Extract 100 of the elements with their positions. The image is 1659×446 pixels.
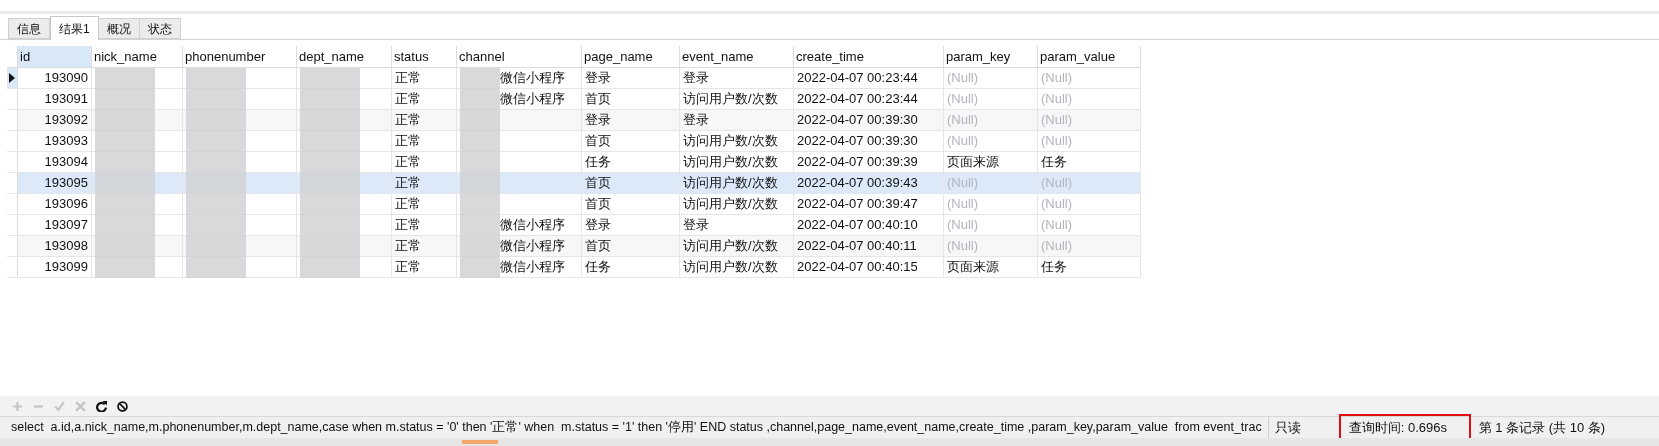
table-row[interactable]: 193096 正常 首页 访问用户数/次数 2022-04-07 00:39:47 (Null) (Null)	[7, 194, 1141, 215]
table-cell-text: 正常	[395, 195, 421, 214]
redaction-blur	[300, 151, 360, 173]
mode-label: 只读	[1273, 418, 1302, 437]
table-cell-text: 登录	[683, 111, 709, 130]
column-header[interactable]: param_key	[944, 46, 1038, 67]
table-cell-text: 2022-04-07 00:39:43	[797, 174, 918, 193]
table-cell-text: (Null)	[947, 90, 979, 109]
column-header[interactable]: status	[392, 46, 457, 67]
table-cell-text: 193090	[44, 69, 88, 88]
redaction-blur	[460, 172, 500, 194]
table-cell-text: 2022-04-07 00:39:30	[797, 132, 918, 151]
table-cell-text: 正常	[395, 258, 421, 277]
redaction-blur	[186, 235, 246, 257]
redaction-blur	[95, 67, 155, 89]
table-row[interactable]: 193097 正常 微信小程序 登录 登录 2022-04-07 00:40:10 (Null) (Null)	[7, 215, 1141, 236]
column-header[interactable]: param_value	[1038, 46, 1141, 67]
table-cell-text: 193091	[44, 90, 88, 109]
redaction-blur	[300, 67, 360, 89]
tab[interactable]: 状态	[139, 18, 181, 39]
table-cell-text: 193092	[44, 111, 88, 130]
column-header[interactable]: phonenumber	[183, 46, 297, 67]
table-cell-text: 任务	[585, 258, 611, 277]
table-cell-text: (Null)	[947, 111, 979, 130]
table-cell-text: 首页	[585, 237, 611, 256]
table-cell-text: 正常	[395, 237, 421, 256]
tab[interactable]: 概况	[98, 18, 140, 39]
table-row[interactable]: 193099 正常 微信小程序 任务 访问用户数/次数 2022-04-07 00:40:15 页面来源 任务	[7, 257, 1141, 278]
table-cell-text: 193096	[44, 195, 88, 214]
redaction-blur	[186, 172, 246, 194]
table-cell-text: (Null)	[1041, 111, 1073, 130]
refresh-icon[interactable]	[96, 400, 107, 412]
table-cell-text: 2022-04-07 00:40:10	[797, 216, 918, 235]
table-cell-text: 任务	[1041, 153, 1067, 172]
table-row[interactable]: 193090 正常 微信小程序 登录 登录 2022-04-07 00:23:44 (Null) (Null)	[7, 68, 1141, 89]
column-header[interactable]: channel	[457, 46, 582, 67]
table-cell-text: (Null)	[1041, 69, 1073, 88]
table-row[interactable]: 193091 正常 微信小程序 首页 访问用户数/次数 2022-04-07 00:23:44 (Null) (Null)	[7, 89, 1141, 110]
table-row[interactable]: 193095 正常 首页 访问用户数/次数 2022-04-07 00:39:43 (Null) (Null)	[7, 173, 1141, 194]
redaction-blur	[95, 151, 155, 173]
table-cell-text: (Null)	[1041, 216, 1073, 235]
redaction-blur	[460, 88, 500, 110]
table-cell-text: 正常	[395, 69, 421, 88]
table-cell-text: 正常	[395, 111, 421, 130]
redaction-blur	[95, 214, 155, 236]
redaction-blur	[95, 256, 155, 278]
redaction-blur	[95, 235, 155, 257]
table-cell-text: 微信小程序	[500, 69, 565, 88]
redaction-blur	[186, 256, 246, 278]
table-cell-text: (Null)	[1041, 174, 1073, 193]
table-cell-text: 微信小程序	[500, 258, 565, 277]
table-cell-text: (Null)	[947, 237, 979, 256]
table-cell-text: (Null)	[947, 174, 979, 193]
table-cell-text: 任务	[1041, 258, 1067, 277]
table-cell-text: 首页	[585, 90, 611, 109]
tab[interactable]: 结果1	[50, 16, 99, 40]
table-cell-text: (Null)	[947, 195, 979, 214]
table-cell-text: 登录	[585, 69, 611, 88]
table-cell-text: 首页	[585, 132, 611, 151]
table-cell-text: 访问用户数/次数	[683, 153, 778, 172]
table-cell-text: 登录	[683, 69, 709, 88]
redaction-blur	[460, 256, 500, 278]
row-indicator[interactable]	[7, 68, 18, 88]
redaction-blur	[186, 151, 246, 173]
table-cell-text: 登录	[683, 216, 709, 235]
table-cell-text: 访问用户数/次数	[683, 258, 778, 277]
table-cell-text: (Null)	[947, 216, 979, 235]
column-header[interactable]: event_name	[680, 46, 794, 67]
table-row[interactable]: 193092 正常 登录 登录 2022-04-07 00:39:30 (Null) (Null)	[7, 110, 1141, 131]
table-cell-text: 193094	[44, 153, 88, 172]
column-header[interactable]: dept_name	[297, 46, 392, 67]
table-cell-text: (Null)	[1041, 237, 1073, 256]
table-cell-text: 登录	[585, 216, 611, 235]
redaction-blur	[186, 214, 246, 236]
redaction-blur	[460, 214, 500, 236]
table-cell-text: 193098	[44, 237, 88, 256]
table-cell-text: 2022-04-07 00:39:39	[797, 153, 918, 172]
column-header[interactable]: create_time	[794, 46, 944, 67]
redaction-blur	[186, 109, 246, 131]
table-cell-text: 访问用户数/次数	[683, 90, 778, 109]
table-cell-text: 微信小程序	[500, 216, 565, 235]
tab[interactable]: 信息	[8, 18, 50, 39]
table-cell-text: (Null)	[947, 132, 979, 151]
table-cell-text: 193093	[44, 132, 88, 151]
table-cell-text: 193095	[44, 174, 88, 193]
column-header[interactable]: page_name	[582, 46, 680, 67]
column-header[interactable]: nick_name	[92, 46, 183, 67]
table-row[interactable]: 193098 正常 微信小程序 首页 访问用户数/次数 2022-04-07 00:40:11 (Null) (Null)	[7, 236, 1141, 257]
table-row[interactable]: 193094 正常 任务 访问用户数/次数 2022-04-07 00:39:39 页面来源 任务	[7, 152, 1141, 173]
stop-icon[interactable]	[117, 400, 128, 412]
redaction-blur	[95, 172, 155, 194]
redaction-blur	[186, 193, 246, 215]
scroll-marker	[462, 440, 498, 444]
table-cell-text: 访问用户数/次数	[683, 174, 778, 193]
table-cell-text: 微信小程序	[500, 237, 565, 256]
redaction-blur	[186, 67, 246, 89]
table-cell-text: 2022-04-07 00:23:44	[797, 69, 918, 88]
table-cell-text: (Null)	[1041, 90, 1073, 109]
table-row[interactable]: 193093 正常 首页 访问用户数/次数 2022-04-07 00:39:30 (Null) (Null)	[7, 131, 1141, 152]
column-header[interactable]: id	[18, 46, 92, 67]
